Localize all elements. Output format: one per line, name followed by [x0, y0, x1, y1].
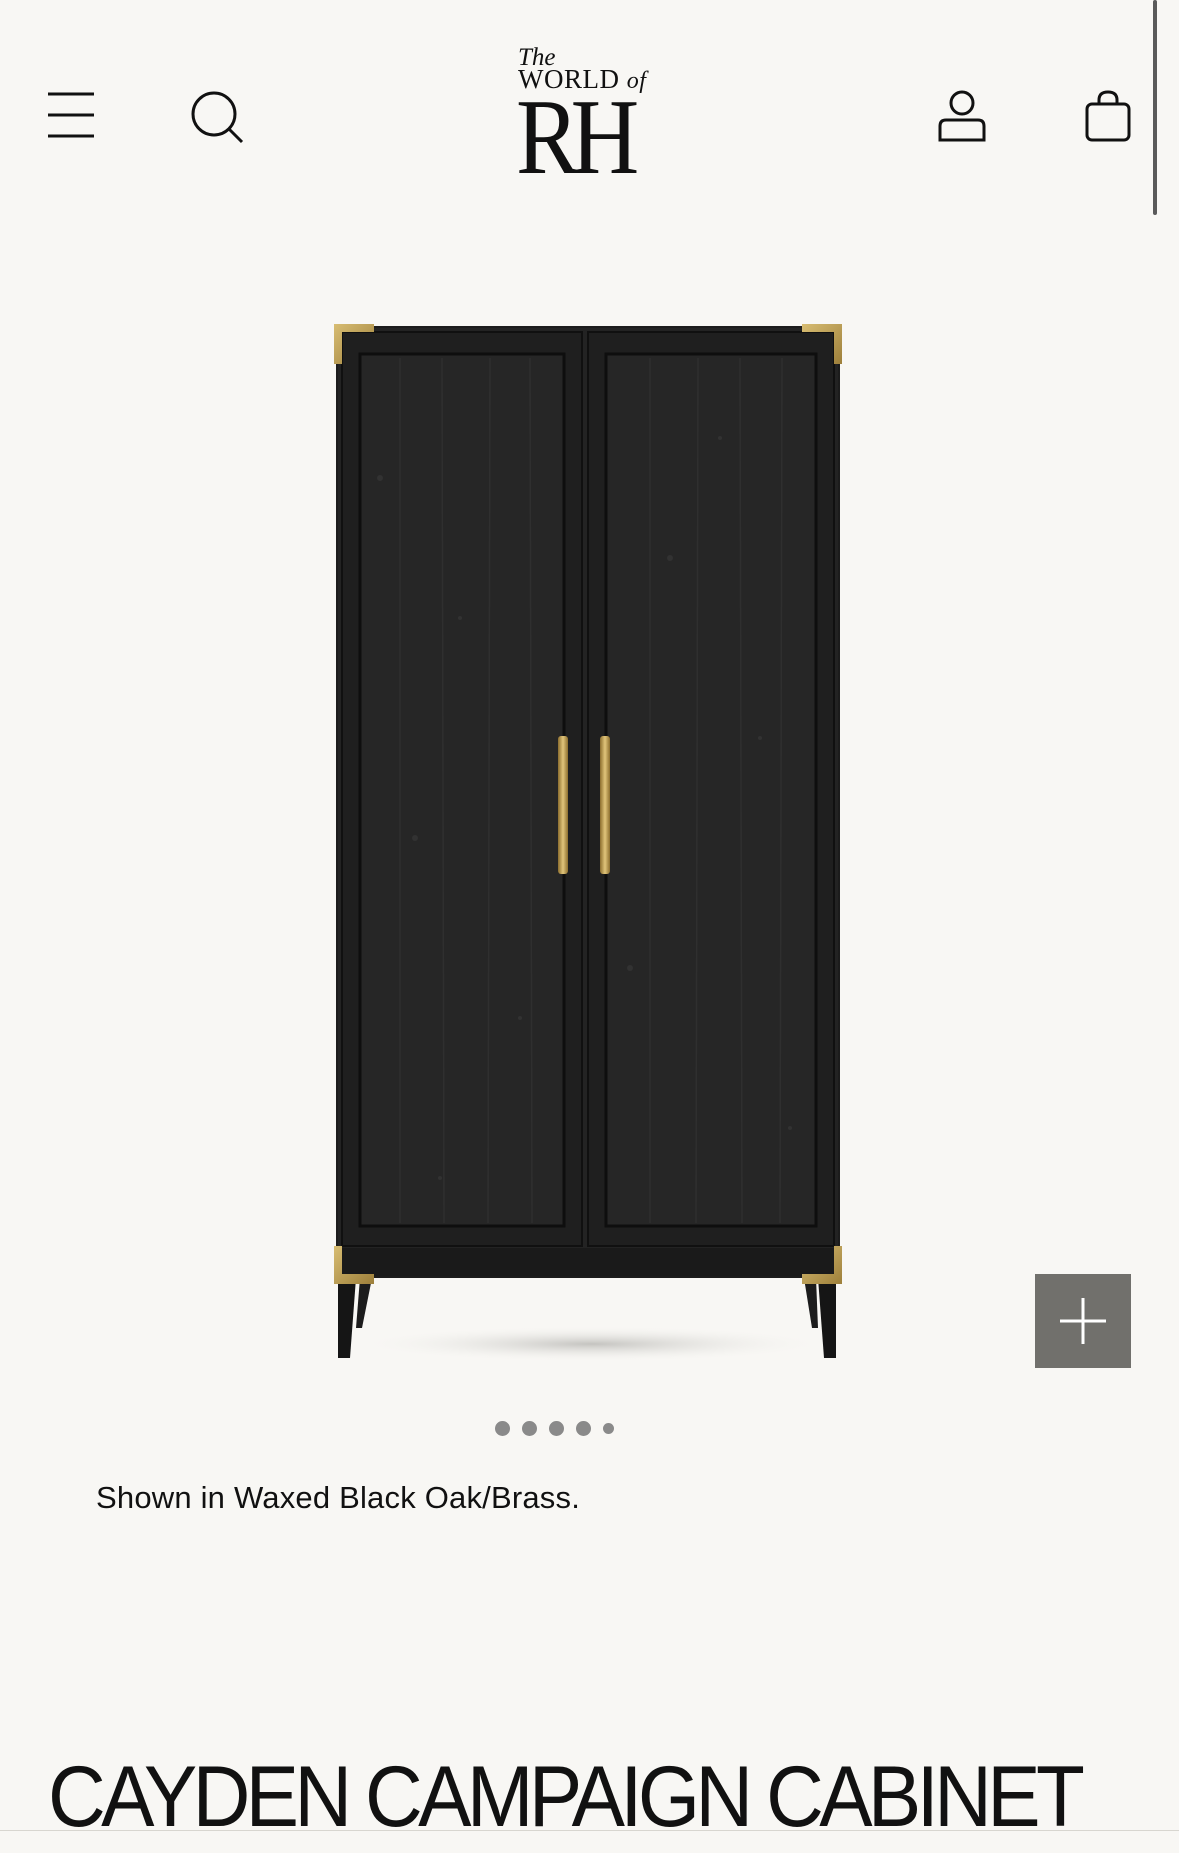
product-image[interactable]	[320, 318, 860, 1368]
carousel-dot[interactable]	[495, 1420, 510, 1436]
carousel-dots	[495, 1420, 614, 1436]
carousel-dot[interactable]	[576, 1420, 591, 1436]
search-icon[interactable]	[190, 90, 246, 146]
carousel-dot[interactable]	[603, 1422, 614, 1434]
scrollbar-thumb[interactable]	[1153, 0, 1157, 215]
zoom-button[interactable]	[1035, 1274, 1131, 1368]
plus-icon	[1060, 1298, 1106, 1344]
image-caption: Shown in Waxed Black Oak/Brass.	[96, 1480, 581, 1515]
carousel-dot[interactable]	[549, 1420, 564, 1436]
account-icon[interactable]	[936, 90, 988, 142]
product-title: CAYDEN CAMPAIGN CABINET	[48, 1749, 1085, 1845]
carousel-dot[interactable]	[522, 1420, 537, 1436]
site-logo[interactable]: The WORLD of RH	[516, 44, 666, 197]
site-header: The WORLD of RH	[0, 0, 1179, 200]
menu-icon[interactable]	[46, 90, 96, 140]
page-scrollbar[interactable]	[1153, 0, 1169, 1853]
divider	[0, 1830, 1179, 1831]
logo-rh: RH	[516, 78, 639, 197]
cart-icon[interactable]	[1084, 90, 1132, 142]
